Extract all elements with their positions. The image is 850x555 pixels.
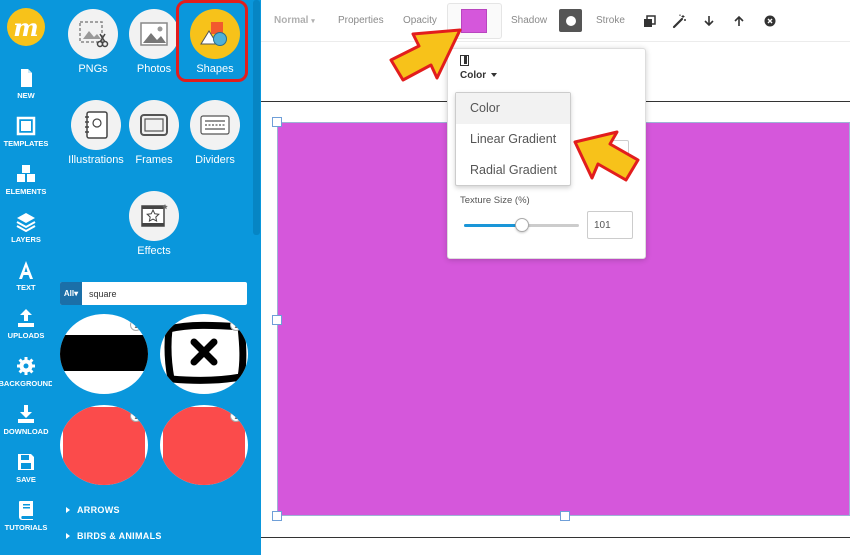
canvas-bottom-edge xyxy=(261,537,850,538)
blend-mode-select[interactable]: Normal ▾ xyxy=(274,15,315,26)
duplicate-button[interactable] xyxy=(638,10,660,32)
magic-wand-button[interactable] xyxy=(668,10,690,32)
texture-slider-handle[interactable] xyxy=(514,218,529,232)
layers-icon xyxy=(16,213,36,232)
text-icon xyxy=(19,261,33,279)
dividers-icon xyxy=(200,115,230,135)
arrow-up-icon xyxy=(734,15,744,26)
close-circle-icon xyxy=(764,15,776,27)
caret-down-icon: ▾ xyxy=(311,18,315,25)
result-sketch-square[interactable]: i xyxy=(160,314,248,394)
texture-size-label: Texture Size (%) xyxy=(460,195,530,206)
circle-icon xyxy=(565,15,576,26)
shape-preview xyxy=(60,335,148,371)
category-effects[interactable]: Effects xyxy=(119,191,189,257)
resize-handle-bottom[interactable] xyxy=(560,511,570,521)
download-icon xyxy=(18,405,34,423)
result-red-square[interactable]: i xyxy=(60,405,148,485)
info-icon[interactable]: i xyxy=(230,319,242,331)
resize-handle-bottom-left[interactable] xyxy=(272,511,282,521)
rail-background[interactable]: BACKGROUND xyxy=(0,356,54,388)
arrow-down-icon xyxy=(704,16,714,27)
move-down-button[interactable] xyxy=(698,10,720,32)
caret-down-icon xyxy=(491,73,498,78)
effects-icon xyxy=(141,204,168,227)
rail-elements[interactable]: ELEMENTS xyxy=(0,164,52,196)
shadow-button[interactable]: Shadow xyxy=(511,15,547,26)
properties-button[interactable]: Properties xyxy=(338,15,384,26)
rail-text[interactable]: TEXT xyxy=(0,260,52,292)
annotation-arrow-to-linear-gradient xyxy=(573,130,640,182)
rail-templates[interactable]: TEMPLATES xyxy=(0,116,52,148)
upload-icon xyxy=(18,309,34,327)
search-input[interactable]: square xyxy=(89,289,117,299)
result-red-rounded-square[interactable]: i xyxy=(160,405,248,485)
save-icon xyxy=(18,454,34,470)
book-icon xyxy=(19,501,33,520)
delete-button[interactable] xyxy=(759,10,781,32)
rail-uploads[interactable]: UPLOADS xyxy=(0,308,52,340)
info-icon[interactable]: i xyxy=(130,410,142,422)
rail-download[interactable]: DOWNLOAD xyxy=(0,404,52,436)
move-up-button[interactable] xyxy=(728,10,750,32)
texture-size-input[interactable] xyxy=(587,211,633,239)
resize-handle-left[interactable] xyxy=(272,315,282,325)
photo-icon xyxy=(140,22,168,46)
element-search[interactable]: All ▾ square xyxy=(60,282,247,305)
left-rail: m NEW TEMPLATES ELEMENTS LAYERS TEXT UPL… xyxy=(0,0,54,555)
caret-right-icon xyxy=(66,507,70,513)
gear-icon xyxy=(17,357,35,375)
fill-option-color[interactable]: Color xyxy=(456,93,570,124)
fill-type-select[interactable]: Color xyxy=(460,70,498,81)
fill-option-linear-gradient[interactable]: Linear Gradient xyxy=(456,124,570,155)
info-icon[interactable]: i xyxy=(230,410,242,422)
search-filter-select[interactable]: All ▾ xyxy=(60,282,82,305)
fill-type-dropdown: Color Linear Gradient Radial Gradient xyxy=(455,92,571,186)
panel-scrollbar[interactable] xyxy=(253,0,260,235)
new-file-icon xyxy=(21,69,32,87)
category-link-arrows[interactable]: ARROWS xyxy=(66,505,120,515)
png-scissors-icon xyxy=(79,21,109,48)
info-icon[interactable]: i xyxy=(130,319,142,331)
rail-layers[interactable]: LAYERS xyxy=(0,212,52,244)
rail-save[interactable]: SAVE xyxy=(0,452,52,484)
shadow-toggle[interactable] xyxy=(559,9,582,32)
magic-wand-icon xyxy=(672,14,686,28)
stroke-button[interactable]: Stroke xyxy=(596,15,625,26)
fill-option-radial-gradient[interactable]: Radial Gradient xyxy=(456,155,570,186)
annotation-arrow-to-swatch xyxy=(389,28,462,82)
category-pngs[interactable]: PNGs xyxy=(58,9,128,75)
app-logo: m xyxy=(7,8,45,46)
shapes-highlight-box xyxy=(176,0,248,82)
category-link-birds-animals[interactable]: BIRDS & ANIMALS xyxy=(66,531,162,541)
caret-right-icon xyxy=(66,533,70,539)
duplicate-icon xyxy=(643,14,656,27)
texture-slider-fill xyxy=(464,224,522,227)
rail-tutorials[interactable]: TUTORIALS xyxy=(0,500,52,532)
result-black-rectangle[interactable]: i xyxy=(60,314,148,394)
resize-handle-top-left[interactable] xyxy=(272,117,282,127)
rail-new[interactable]: NEW xyxy=(0,68,52,100)
category-frames[interactable]: Frames xyxy=(119,100,189,166)
category-dividers[interactable]: Dividers xyxy=(180,100,250,166)
elements-icon xyxy=(17,165,35,182)
frame-icon xyxy=(140,114,168,136)
notebook-icon xyxy=(85,111,108,139)
templates-icon xyxy=(16,116,36,136)
